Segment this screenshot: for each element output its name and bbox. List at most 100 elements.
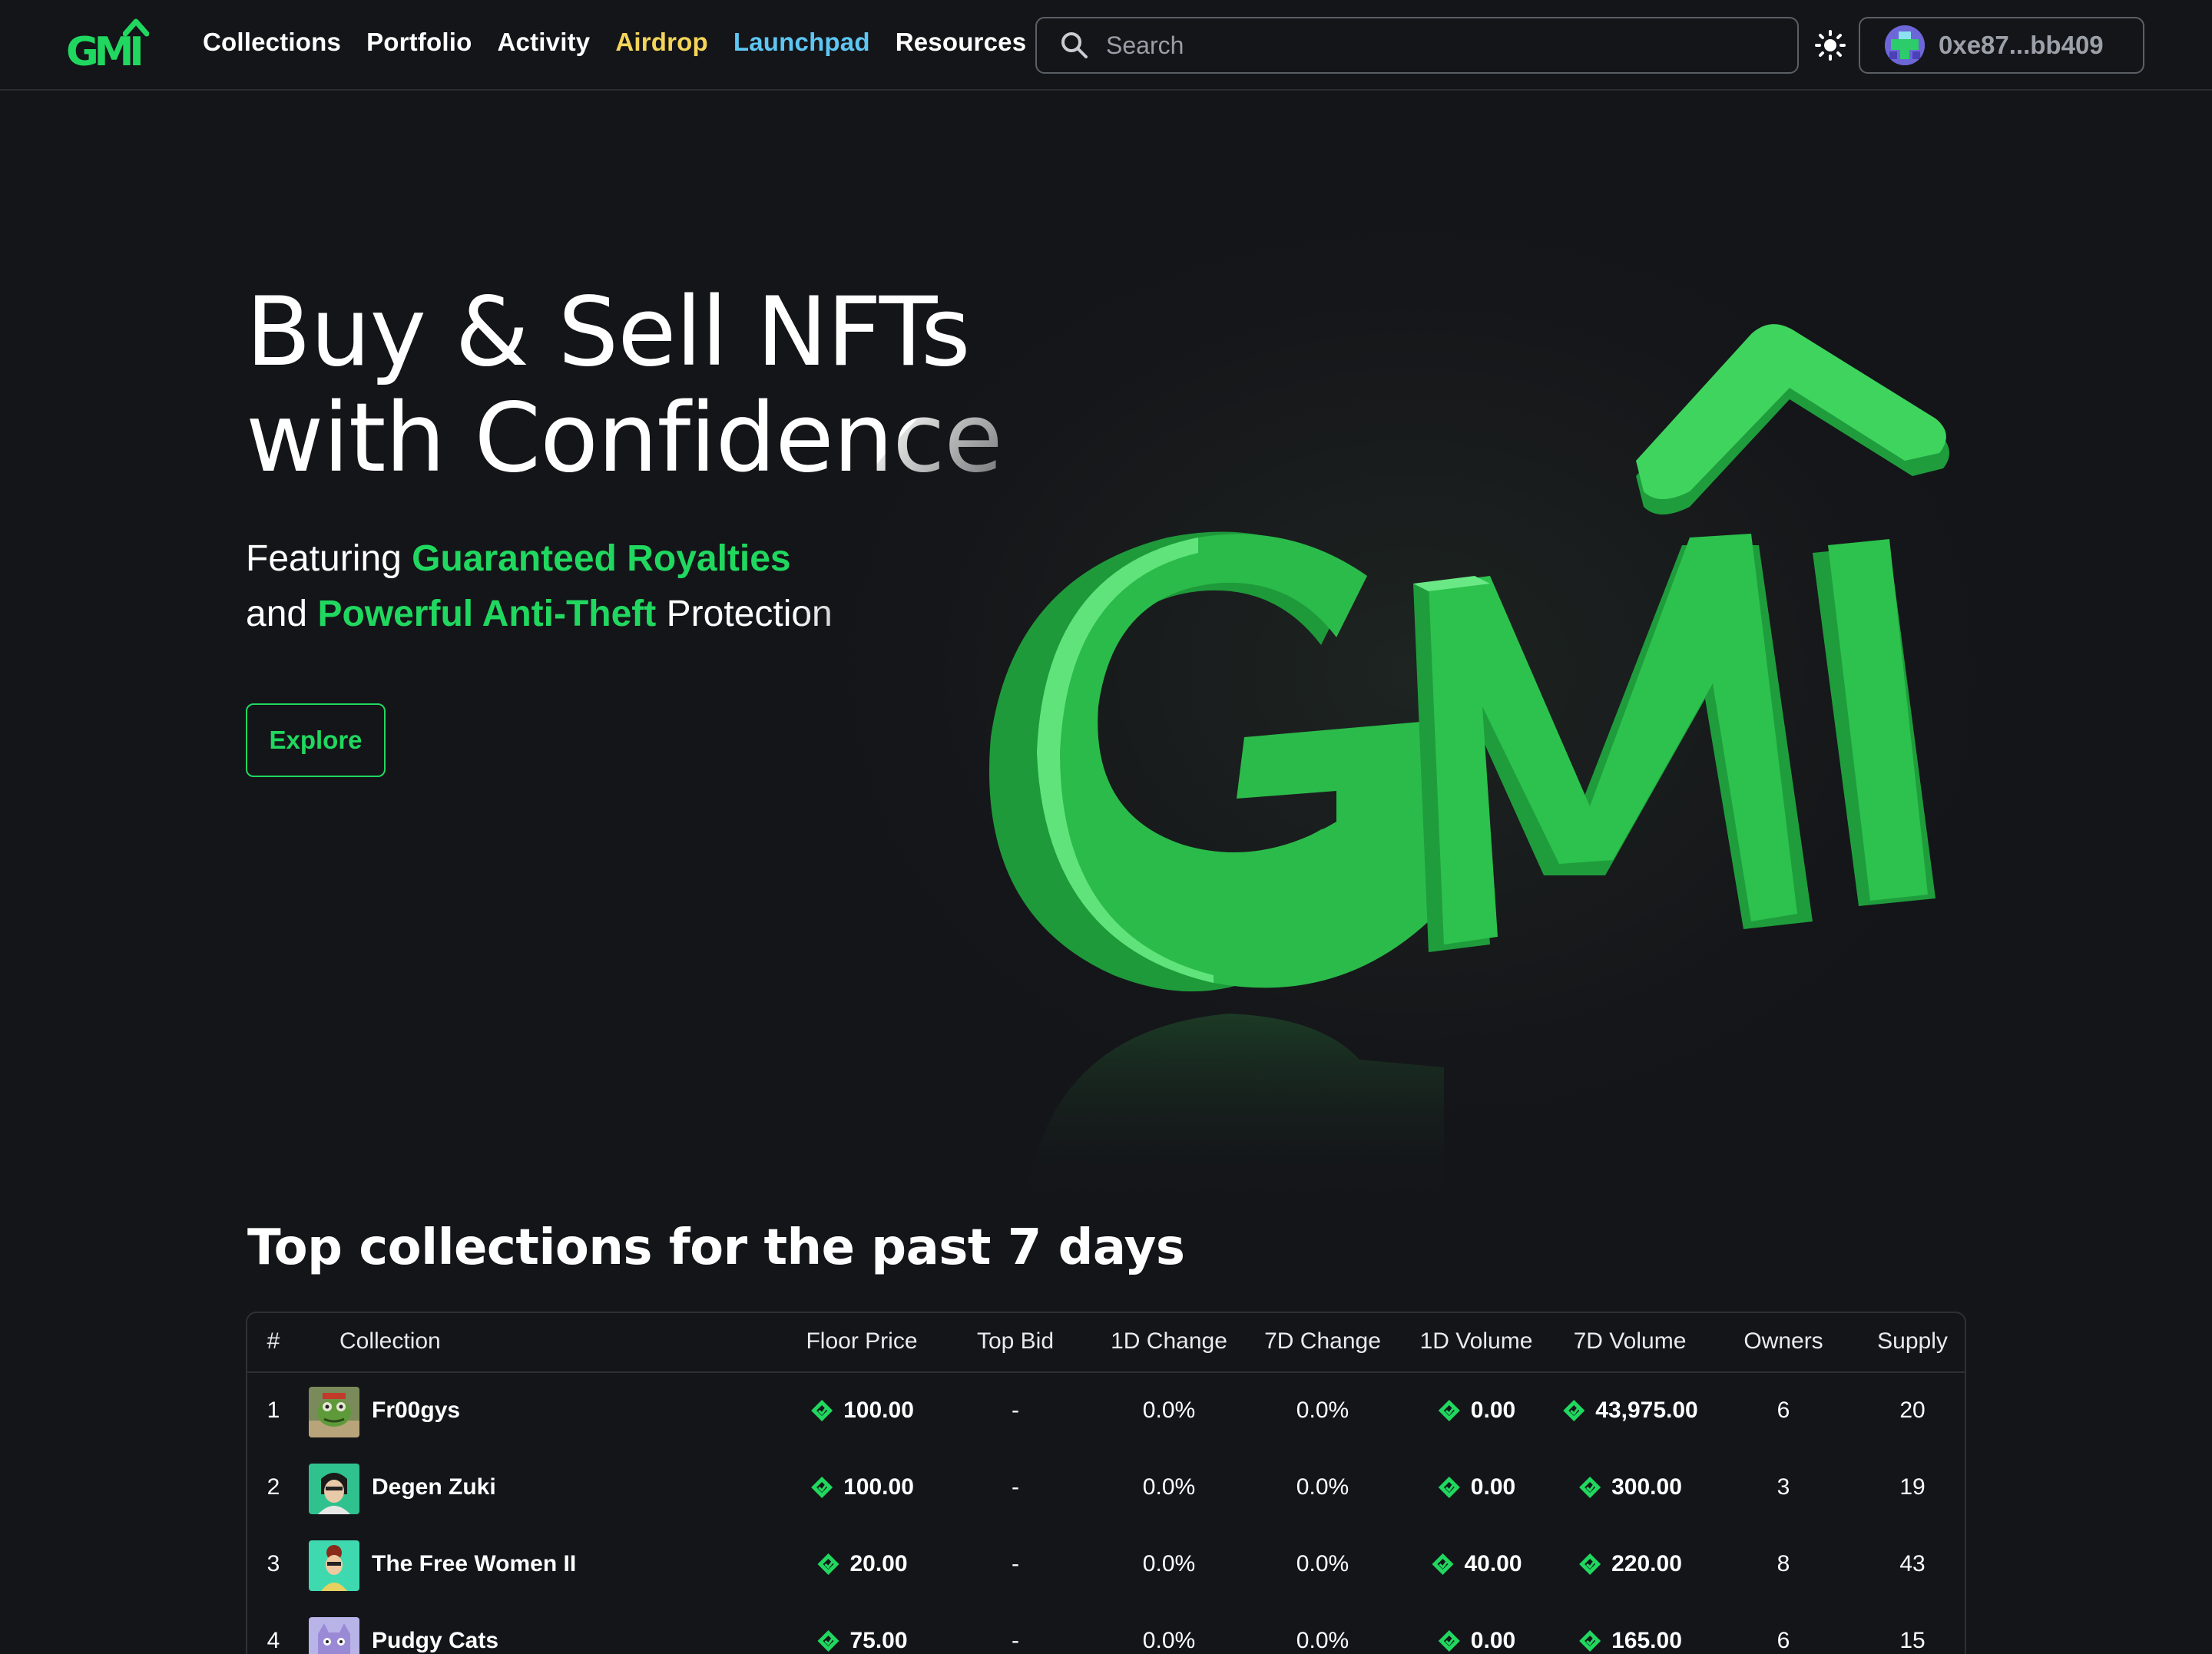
- explore-button[interactable]: Explore: [246, 703, 386, 777]
- col-1d-change[interactable]: 1D Change: [1111, 1328, 1227, 1355]
- floor-price-value: 75.00: [849, 1628, 908, 1653]
- nav-portfolio[interactable]: Portfolio: [366, 28, 472, 57]
- volume-7d: 165.00: [1578, 1628, 1682, 1654]
- floor-price: 75.00: [816, 1628, 908, 1654]
- volume-1d: 0.00: [1437, 1628, 1515, 1654]
- row-rank: 2: [267, 1474, 280, 1500]
- nav-launchpad[interactable]: Launchpad: [733, 28, 870, 57]
- volume-1d: 0.00: [1437, 1398, 1515, 1429]
- logo-text: GMI: [66, 29, 144, 75]
- supply: 43: [1899, 1551, 1926, 1576]
- sub-antitheft: Powerful Anti-Theft: [317, 594, 657, 634]
- sub-featuring: Featuring: [246, 538, 402, 579]
- change-1d: 0.0%: [1142, 1474, 1196, 1500]
- wallet-button[interactable]: 0xe87...bb409: [1859, 17, 2144, 74]
- gmi-token-icon: [811, 1400, 833, 1421]
- sub-royalties: Guaranteed Royalties: [412, 538, 791, 579]
- top-bid: -: [1012, 1551, 1019, 1576]
- search-icon: [1061, 32, 1088, 58]
- nav-airdrop[interactable]: Airdrop: [615, 28, 708, 57]
- sun-icon: [1815, 30, 1846, 61]
- row-rank: 1: [267, 1398, 280, 1423]
- col-supply[interactable]: Supply: [1877, 1328, 1948, 1355]
- gmi-token-icon: [817, 1630, 839, 1652]
- table-row[interactable]: 3 The Free Women II 20.00 - 0.0% 0.0% 40…: [247, 1527, 1965, 1603]
- sub-and: and: [246, 594, 308, 634]
- volume-7d-value: 220.00: [1611, 1551, 1682, 1576]
- owners: 6: [1777, 1628, 1790, 1653]
- top-bid: -: [1012, 1398, 1019, 1423]
- search-box[interactable]: [1035, 17, 1799, 74]
- col-top-bid[interactable]: Top Bid: [977, 1328, 1054, 1355]
- table-row[interactable]: 4 Pudgy Cats 75.00 - 0.0% 0.0% 0.00 165.…: [247, 1603, 1965, 1654]
- theme-toggle-button[interactable]: [1814, 29, 1846, 65]
- nav-resources[interactable]: Resources: [896, 28, 1027, 57]
- gmi-token-icon: [1563, 1400, 1585, 1421]
- gmi-token-icon: [1438, 1630, 1460, 1652]
- collection-name[interactable]: The Free Women II: [372, 1551, 576, 1577]
- gmi-token-icon: [1579, 1477, 1601, 1498]
- collections-table: # Collection Floor Price Top Bid 1D Chan…: [246, 1312, 1966, 1654]
- volume-1d: 40.00: [1430, 1551, 1522, 1583]
- col-owners[interactable]: Owners: [1743, 1328, 1823, 1355]
- gmi-token-icon: [811, 1477, 833, 1498]
- col-floor-price[interactable]: Floor Price: [806, 1328, 917, 1355]
- volume-1d-value: 0.00: [1470, 1474, 1516, 1500]
- table-header: # Collection Floor Price Top Bid 1D Chan…: [247, 1313, 1965, 1373]
- gmi-token-icon: [1579, 1553, 1601, 1575]
- change-1d: 0.0%: [1142, 1551, 1196, 1576]
- collection-name[interactable]: Fr00gys: [372, 1398, 460, 1424]
- collection-thumbnail: [309, 1540, 359, 1591]
- col-7d-volume[interactable]: 7D Volume: [1574, 1328, 1687, 1355]
- gmi-token-icon: [1432, 1553, 1454, 1575]
- row-rank: 4: [267, 1628, 280, 1653]
- col-rank: #: [267, 1328, 280, 1354]
- col-collection[interactable]: Collection: [339, 1328, 441, 1355]
- owners: 8: [1777, 1551, 1790, 1576]
- volume-7d-value: 300.00: [1611, 1474, 1682, 1500]
- gmi-token-icon: [1438, 1400, 1460, 1421]
- change-7d: 0.0%: [1296, 1628, 1349, 1653]
- volume-7d-value: 43,975.00: [1595, 1398, 1698, 1423]
- volume-7d: 220.00: [1578, 1551, 1682, 1583]
- gmi-logo[interactable]: GMI: [66, 18, 151, 72]
- collection-name[interactable]: Degen Zuki: [372, 1474, 496, 1500]
- wallet-avatar: [1885, 25, 1925, 65]
- volume-7d: 300.00: [1578, 1474, 1682, 1506]
- floor-price-value: 100.00: [843, 1474, 914, 1500]
- search-input[interactable]: [1106, 31, 1782, 60]
- volume-1d-value: 40.00: [1464, 1551, 1522, 1576]
- gmi-token-icon: [817, 1553, 839, 1575]
- supply: 20: [1899, 1398, 1926, 1423]
- wallet-address: 0xe87...bb409: [1939, 31, 2104, 59]
- change-7d: 0.0%: [1296, 1474, 1349, 1500]
- hero-gmi-3d-logo: [783, 230, 2043, 1213]
- change-1d: 0.0%: [1142, 1398, 1196, 1423]
- floor-price-value: 100.00: [843, 1398, 914, 1423]
- logo-caret-icon: [123, 18, 149, 37]
- volume-7d-value: 165.00: [1611, 1628, 1682, 1653]
- top-nav: GMI Collections Portfolio Activity Airdr…: [0, 0, 2212, 91]
- col-1d-volume[interactable]: 1D Volume: [1420, 1328, 1533, 1355]
- volume-1d-value: 0.00: [1470, 1628, 1516, 1653]
- nav-collections[interactable]: Collections: [203, 28, 341, 57]
- floor-price-value: 20.00: [849, 1551, 908, 1576]
- floor-price: 100.00: [810, 1474, 914, 1506]
- owners: 6: [1777, 1398, 1790, 1423]
- col-7d-change[interactable]: 7D Change: [1264, 1328, 1381, 1355]
- supply: 15: [1899, 1628, 1926, 1653]
- top-collections-title: Top collections for the past 7 days: [247, 1219, 1185, 1276]
- table-row[interactable]: 2 Degen Zuki 100.00 - 0.0% 0.0% 0.00 300…: [247, 1450, 1965, 1527]
- volume-1d-value: 0.00: [1470, 1398, 1516, 1423]
- nav-activity[interactable]: Activity: [498, 28, 591, 57]
- floor-price: 100.00: [810, 1398, 914, 1429]
- collection-thumbnail: [309, 1617, 359, 1654]
- gmi-token-icon: [1438, 1477, 1460, 1498]
- top-bid: -: [1012, 1628, 1019, 1653]
- collection-thumbnail: [309, 1464, 359, 1514]
- volume-1d: 0.00: [1437, 1474, 1515, 1506]
- row-rank: 3: [267, 1551, 280, 1576]
- collection-name[interactable]: Pudgy Cats: [372, 1628, 498, 1654]
- top-bid: -: [1012, 1474, 1019, 1500]
- table-row[interactable]: 1 Fr00gys 100.00 - 0.0% 0.0% 0.00 43,975…: [247, 1373, 1965, 1450]
